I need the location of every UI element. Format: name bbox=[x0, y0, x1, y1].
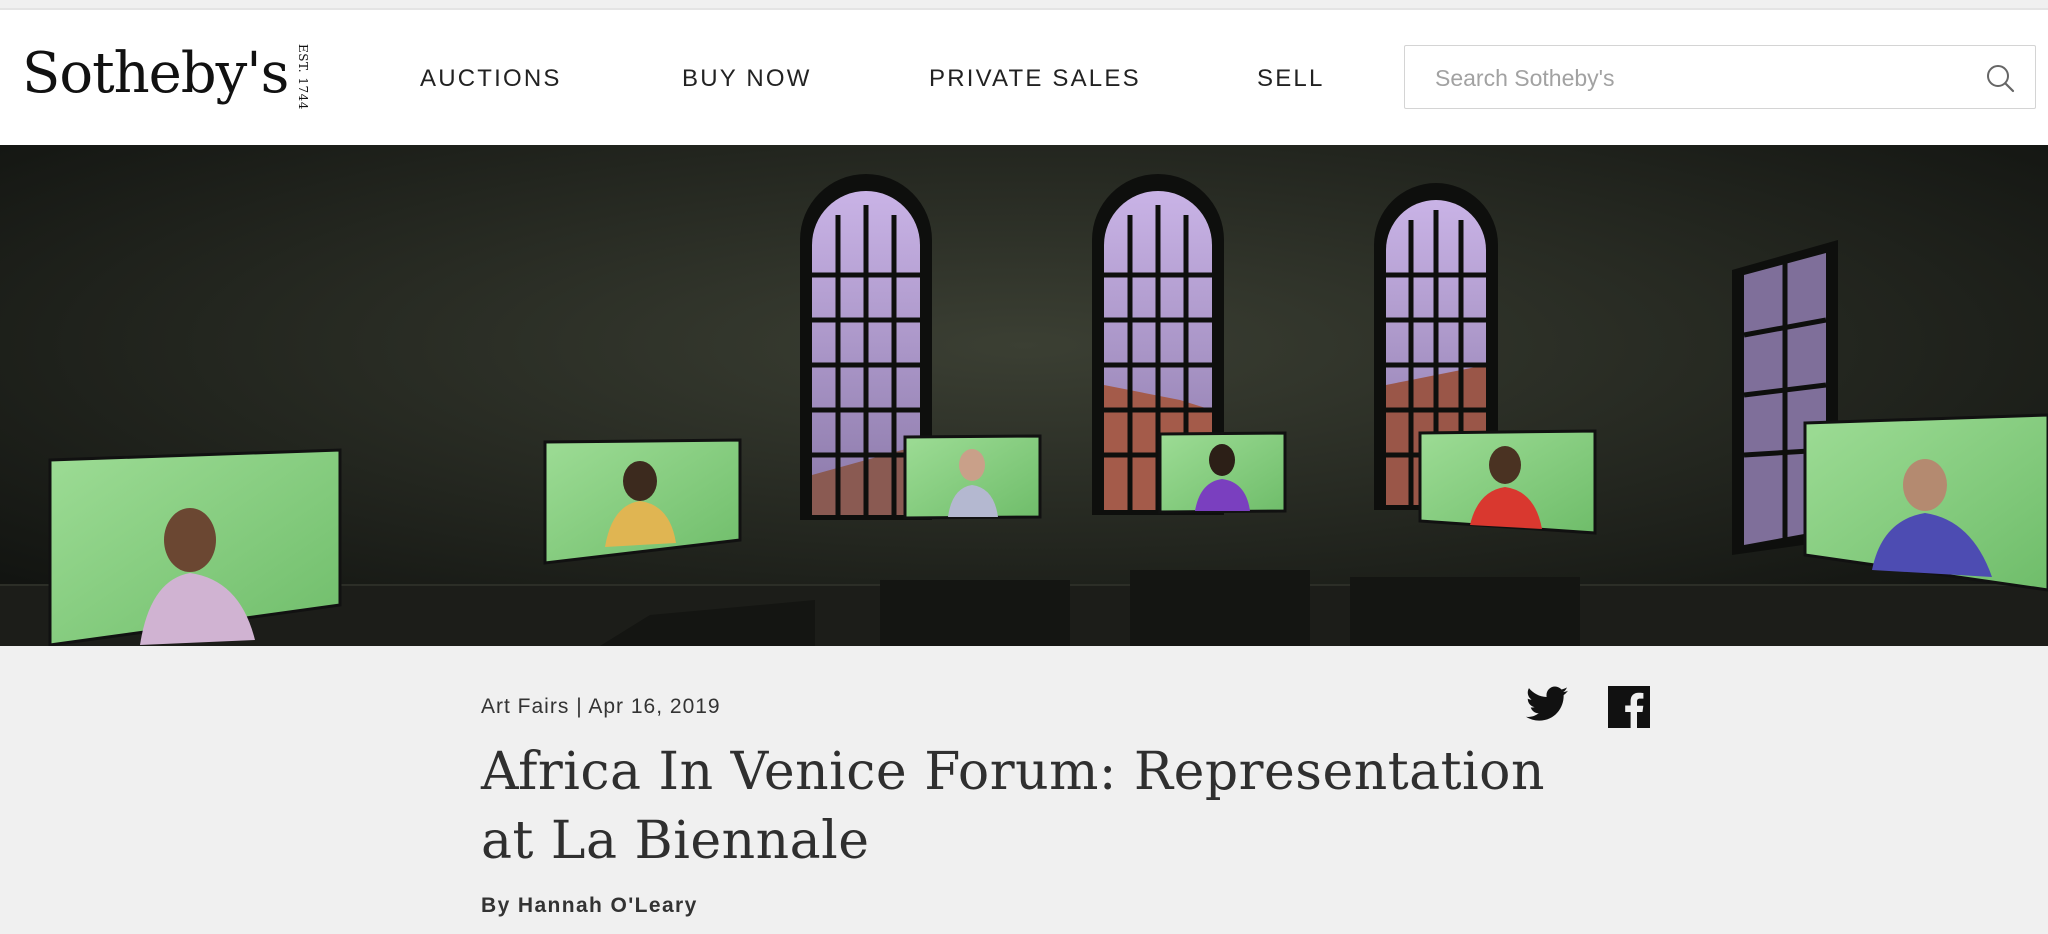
search-input[interactable] bbox=[1433, 58, 1957, 98]
article-author[interactable]: By Hannah O'Leary bbox=[481, 894, 698, 918]
nav-buy-now[interactable]: BUY NOW bbox=[682, 65, 812, 93]
installation-room-image bbox=[0, 145, 2048, 646]
facebook-icon[interactable] bbox=[1608, 686, 1650, 728]
article-meta: Art Fairs | Apr 16, 2019 bbox=[481, 695, 721, 719]
nav-auctions[interactable]: AUCTIONS bbox=[420, 65, 562, 93]
logo-established: EST. 1744 bbox=[296, 44, 310, 110]
twitter-icon[interactable] bbox=[1526, 686, 1568, 722]
article-header: Art Fairs | Apr 16, 2019 Africa In Venic… bbox=[0, 646, 2048, 934]
meta-separator: | bbox=[576, 695, 583, 718]
sothebys-logo[interactable]: Sotheby's EST. 1744 bbox=[22, 38, 310, 110]
logo-wordmark: Sotheby's bbox=[22, 40, 289, 106]
search-icon[interactable] bbox=[1985, 63, 2015, 93]
nav-private-sales[interactable]: PRIVATE SALES bbox=[929, 65, 1141, 93]
site-header: Sotheby's EST. 1744 AUCTIONS BUY NOW PRI… bbox=[0, 10, 2048, 145]
search-box bbox=[1404, 45, 2036, 109]
article-title: Africa In Venice Forum: Representation a… bbox=[481, 742, 1545, 871]
hero-image bbox=[0, 145, 2048, 646]
nav-sell[interactable]: SELL bbox=[1257, 65, 1325, 93]
article-category[interactable]: Art Fairs bbox=[481, 695, 569, 718]
article-date: Apr 16, 2019 bbox=[588, 695, 721, 718]
